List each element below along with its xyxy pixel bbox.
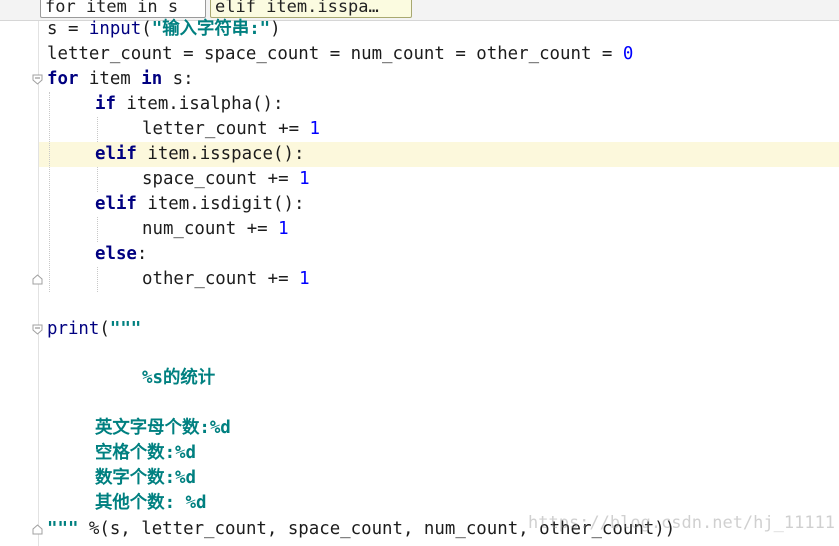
- code-line-18[interactable]: 空格个数:%d: [95, 441, 196, 466]
- code-line-8[interactable]: elif item.isdigit():: [95, 192, 304, 217]
- code-line-7[interactable]: space_count += 1: [142, 167, 310, 192]
- code-line-10[interactable]: else:: [95, 242, 147, 267]
- code-line-5[interactable]: letter_count += 1: [142, 117, 320, 142]
- code-line-19[interactable]: 数字个数:%d: [95, 466, 196, 491]
- code-line-4[interactable]: if item.isalpha():: [95, 92, 283, 117]
- watermark: https://blog.csdn.net/hj_11111: [528, 513, 836, 533]
- code-line-11[interactable]: other_count += 1: [142, 267, 310, 292]
- code-line-20[interactable]: 其他个数: %d: [95, 491, 206, 516]
- code-line-3[interactable]: for item in s:: [47, 67, 194, 92]
- code-line-2[interactable]: letter_count = space_count = num_count =…: [47, 42, 633, 67]
- code-line-6[interactable]: elif item.isspace():: [95, 142, 304, 167]
- code-line-13[interactable]: print(""": [47, 317, 141, 342]
- code-line-15[interactable]: %s的统计: [142, 366, 215, 391]
- code-line-1[interactable]: s = input("输入字符串:"): [47, 17, 281, 42]
- code-editor[interactable]: s = input("输入字符串:") letter_count = space…: [0, 0, 839, 546]
- code-line-9[interactable]: num_count += 1: [142, 217, 289, 242]
- code-line-17[interactable]: 英文字母个数:%d: [95, 416, 231, 441]
